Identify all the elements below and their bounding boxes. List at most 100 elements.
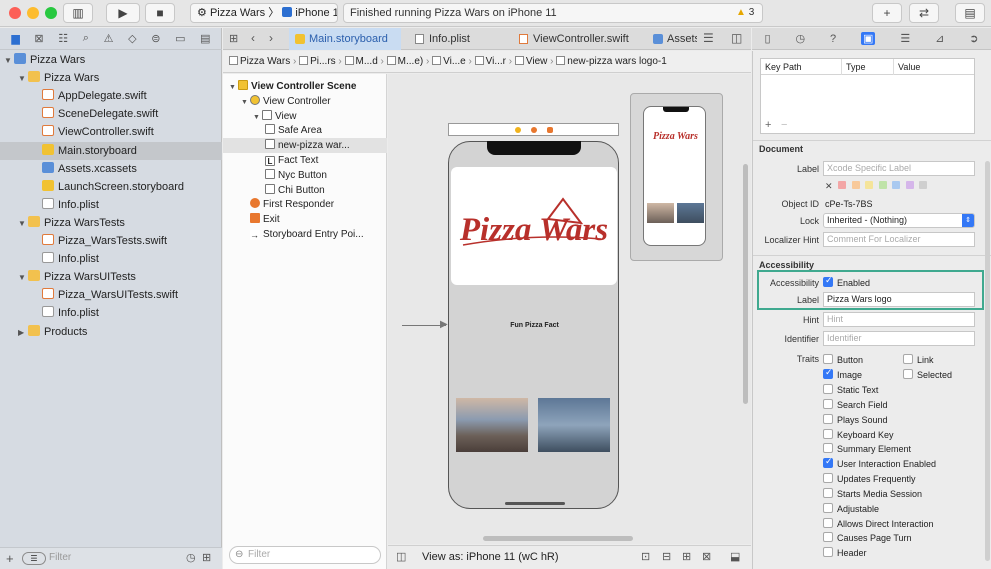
outline-item[interactable]: Exit [223, 212, 387, 227]
navigator-item[interactable]: Assets.xcassets [0, 160, 222, 178]
iphone-view-controller[interactable]: Pizza Wars Fun Pizza Fact [448, 141, 619, 509]
search-icon[interactable]: ⌕ [83, 32, 89, 45]
add-icon[interactable]: + [6, 551, 14, 566]
trait-checkbox[interactable]: Plays Sound [823, 414, 888, 425]
trait-checkbox[interactable]: Selected [903, 369, 952, 380]
first-responder-icon[interactable] [531, 127, 537, 133]
tab-assets[interactable]: Assets [647, 28, 697, 50]
localizer-hint-field[interactable]: Comment For Localizer [823, 232, 975, 247]
outline-item[interactable]: → Storyboard Entry Poi... [223, 227, 387, 242]
accessibility-enabled-checkbox[interactable]: Enabled [823, 275, 870, 288]
runtime-attributes-table[interactable]: Key Path Type Value + − [760, 58, 975, 134]
outline-item[interactable]: ▼ View Controller [223, 94, 387, 109]
tab-info-plist[interactable]: Info.plist [409, 28, 509, 50]
pizza-wars-logo-image[interactable]: Pizza Wars [451, 167, 617, 285]
jump-bar-item[interactable]: Vi...r [486, 56, 506, 67]
grid-icon[interactable]: ⊞ [229, 32, 238, 45]
navigator-item[interactable]: Pizza_WarsUITests.swift [0, 286, 222, 304]
navigator-item[interactable]: ▼ Pizza Wars [0, 51, 222, 69]
outline-item[interactable]: new-pizza war... [223, 138, 387, 154]
outline-item[interactable]: Chi Button [223, 183, 387, 198]
color-purple-icon[interactable] [905, 181, 914, 189]
navigator-item[interactable]: ViewController.swift [0, 123, 222, 141]
update-frames-icon[interactable]: ⊡ [641, 546, 650, 568]
source-filter-icon[interactable]: ⊞ [202, 551, 211, 564]
trait-checkbox[interactable]: Updates Frequently [823, 473, 916, 484]
sidebar-toggle-button[interactable]: ▥ [63, 3, 93, 23]
symbol-icon[interactable]: ☷ [58, 32, 68, 45]
type-header[interactable]: Type [841, 59, 866, 75]
forward-icon[interactable]: › [269, 31, 273, 45]
disclosure-open-icon[interactable]: ▼ [241, 95, 250, 110]
color-orange-icon[interactable] [851, 181, 860, 189]
align-icon[interactable]: ⊟ [662, 546, 671, 568]
value-header[interactable]: Value [893, 59, 920, 75]
disclosure-open-icon[interactable]: ▼ [229, 80, 238, 95]
embed-in-icon[interactable]: ⬓ [730, 546, 740, 568]
trait-checkbox[interactable]: Starts Media Session [823, 488, 922, 499]
outline-item[interactable]: Safe Area [223, 123, 387, 138]
inspector-scrollbar[interactable] [985, 161, 990, 561]
outline-item[interactable]: ▼ View [223, 109, 387, 124]
no-color-icon[interactable]: ✕ [825, 181, 833, 191]
chi-button[interactable] [538, 398, 610, 452]
trait-checkbox[interactable]: Search Field [823, 399, 888, 410]
filter-options-icon[interactable]: ☰ [22, 552, 46, 565]
quick-help-icon[interactable]: ? [830, 33, 836, 45]
test-icon[interactable]: ◇ [128, 32, 136, 45]
hint-field[interactable]: Hint [823, 312, 975, 327]
color-gray-icon[interactable] [919, 181, 928, 189]
disclosure-closed-icon[interactable]: ▶ [18, 324, 28, 342]
color-yellow-icon[interactable] [865, 181, 874, 189]
trait-checkbox[interactable]: Adjustable [823, 503, 879, 514]
trait-checkbox[interactable]: Image [823, 367, 862, 380]
horizontal-scrollbar[interactable] [483, 536, 633, 541]
add-constraints-icon[interactable]: ⊞ [682, 546, 691, 568]
disclosure-open-icon[interactable]: ▼ [253, 110, 262, 125]
issue-icon[interactable]: ⚠ [104, 32, 114, 45]
document-label-field[interactable]: Xcode Specific Label [823, 161, 975, 176]
add-attribute-icon[interactable]: + [765, 119, 771, 131]
remove-attribute-icon[interactable]: − [781, 119, 787, 131]
disclosure-open-icon[interactable]: ▼ [18, 215, 28, 233]
trait-checkbox[interactable]: Link [903, 354, 934, 365]
outline-toggle-icon[interactable]: ◫ [396, 546, 406, 568]
navigator-item[interactable]: Info.plist [0, 304, 222, 322]
disclosure-open-icon[interactable]: ▼ [18, 70, 28, 88]
canvas-minimap[interactable]: Pizza Wars [630, 93, 723, 261]
view-controller-icon[interactable] [515, 127, 521, 133]
connections-inspector-icon[interactable]: ➲ [969, 32, 978, 45]
editor-options-icon[interactable]: ☰ [703, 31, 714, 45]
stop-button[interactable]: ■ [145, 3, 175, 23]
jump-bar-item[interactable]: M...e) [398, 56, 424, 67]
trait-checkbox[interactable]: Allows Direct Interaction [823, 518, 934, 529]
trait-checkbox[interactable]: User Interaction Enabled [823, 456, 936, 469]
folder-nav-icon[interactable]: ▆ [11, 32, 19, 45]
navigator-item[interactable]: ▶ Products [0, 323, 222, 341]
trait-checkbox[interactable]: Causes Page Turn [823, 532, 912, 543]
disclosure-open-icon[interactable]: ▼ [18, 269, 28, 287]
navigator-item[interactable]: Info.plist [0, 196, 222, 214]
accessibility-label-field[interactable]: Pizza Wars logo [823, 292, 975, 307]
navigator-item[interactable]: Main.storyboard [0, 141, 222, 160]
navigator-item[interactable]: ▼ Pizza Wars [0, 69, 222, 87]
file-inspector-icon[interactable]: ▯ [764, 32, 770, 45]
jump-bar-item[interactable]: View [526, 56, 548, 67]
trait-checkbox[interactable]: Keyboard Key [823, 429, 894, 440]
outline-filter-input[interactable]: ⊖ Filter [229, 546, 381, 564]
zoom-window-button[interactable] [45, 7, 57, 19]
navigator-item[interactable]: Info.plist [0, 250, 222, 268]
resolve-issues-icon[interactable]: ⊠ [702, 546, 711, 568]
navigator-item[interactable]: LaunchScreen.storyboard [0, 178, 222, 196]
scheme-selector[interactable]: ⚙ Pizza Wars 〉 iPhone 11 [190, 3, 338, 23]
identity-inspector-icon[interactable]: ▣ [861, 32, 876, 45]
jump-bar-item[interactable]: M...d [356, 56, 378, 67]
jump-bar-item[interactable]: Pi...rs [310, 56, 336, 67]
source-control-icon[interactable]: ⊠ [34, 32, 43, 45]
disclosure-open-icon[interactable]: ▼ [4, 52, 14, 70]
nyc-button[interactable] [456, 398, 528, 452]
split-editor-icon[interactable]: ◫ [731, 31, 742, 45]
color-blue-icon[interactable] [892, 181, 901, 189]
attributes-inspector-icon[interactable]: ☰ [900, 32, 910, 45]
code-review-button[interactable]: ⇄ [909, 3, 939, 23]
